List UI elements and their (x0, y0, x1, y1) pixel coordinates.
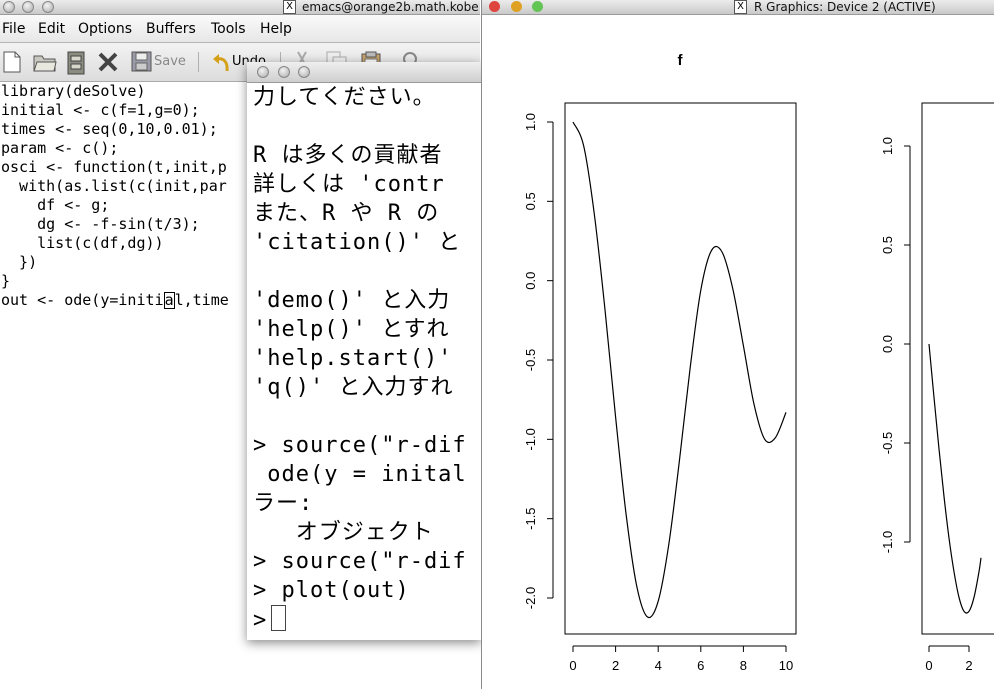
console-cursor[interactable] (271, 605, 287, 631)
x-tick-label: 2 (612, 658, 619, 673)
code-line: with(as.list(c(init,par (1, 177, 227, 195)
plot-canvas: f 0 2 4 6 8 10 1.0 0.5 0.0 -0.5 -1.0 -1.5 -2.0 0 2 1.0 0.… (523, 52, 994, 673)
y-tick-label: -2.0 (523, 587, 538, 609)
y-tick-label: -0.5 (880, 432, 895, 454)
console-line: ラー: (253, 491, 314, 516)
x-tick-label: 10 (779, 658, 793, 673)
x-tick-label: 0 (925, 658, 932, 673)
code-line: } (1, 272, 11, 290)
code-line: param <- c(); (1, 139, 119, 157)
emacs-close-button[interactable] (3, 1, 15, 13)
plot-frame (564, 102, 797, 635)
code-line: library(deSolve) (1, 82, 146, 100)
graphics-minimize-button[interactable] (511, 1, 522, 12)
x-tick-label: 2 (965, 658, 972, 673)
text-cursor: a (163, 291, 175, 309)
console-line: 'demo()' と入力 (253, 288, 451, 313)
console-line: 'citation()' と (253, 230, 462, 255)
console-line: ode(y = inital (253, 462, 467, 487)
undo-icon[interactable] (211, 51, 231, 73)
x11-icon: X (283, 0, 296, 14)
y-tick-label: 0.5 (880, 236, 895, 254)
graphics-close-button[interactable] (489, 1, 500, 12)
toolbar-separator (198, 52, 199, 72)
r-console-output[interactable]: 力してください。 R は多くの貢献者 詳しくは 'contr また、R や R … (247, 83, 481, 640)
code-line: osci <- function(t,init,p (1, 158, 227, 176)
plot-frame (921, 102, 994, 635)
code-line: dg <- -f-sin(t/3); (1, 215, 200, 233)
r-console-titlebar (247, 62, 481, 83)
code-line: initial <- c(f=1,g=0); (1, 101, 200, 119)
code-text: l,time (174, 291, 229, 309)
series-line (928, 343, 982, 614)
code-line: list(c(df,dg)) (1, 234, 164, 252)
console-line: オブジェクト (253, 520, 434, 545)
y-tick-label: -0.5 (523, 349, 538, 371)
y-tick-label: -1.0 (880, 531, 895, 553)
console-minimize-button[interactable] (278, 66, 290, 78)
console-zoom-button[interactable] (298, 66, 310, 78)
y-tick-label: 0.0 (523, 272, 538, 290)
code-line-current: out <- ode(y=initial,time (1, 291, 229, 310)
console-line: 'q()' と入力すれ (253, 375, 454, 400)
r-console-window: 力してください。 R は多くの貢献者 詳しくは 'contr また、R や R … (247, 62, 481, 640)
menu-edit[interactable]: Edit (38, 21, 65, 37)
console-line: > source("r-dif (253, 549, 467, 574)
y-tick-label: 0.5 (523, 192, 538, 210)
console-close-button[interactable] (257, 66, 269, 78)
new-file-icon[interactable] (2, 51, 22, 73)
console-line: > plot(out) (253, 578, 410, 603)
menu-buffers[interactable]: Buffers (146, 21, 196, 37)
graphics-window-title: R Graphics: Device 2 (ACTIVE) (754, 0, 936, 14)
console-line: 'help()' とすれ (253, 317, 450, 342)
console-line: R は多くの貢献者 (253, 143, 443, 168)
x11-icon: X (734, 0, 747, 14)
emacs-titlebar: X emacs@orange2b.math.kobe (0, 0, 480, 15)
emacs-minimize-button[interactable] (22, 1, 34, 13)
x-tick-label: 0 (569, 658, 576, 673)
series-line (572, 121, 787, 619)
y-tick-label: 1.0 (880, 137, 895, 155)
emacs-window-title: emacs@orange2b.math.kobe (302, 0, 479, 14)
y-tick-label: 1.0 (523, 113, 538, 131)
x-tick-label: 4 (655, 658, 662, 673)
code-text: out <- ode(y=initi (1, 291, 164, 309)
y-tick-label: -1.0 (523, 428, 538, 450)
x-tick-label: 8 (740, 658, 747, 673)
code-line: df <- g; (1, 196, 110, 214)
y-tick-label: 0.0 (880, 335, 895, 353)
save-icon[interactable] (131, 51, 152, 72)
console-line: 'help.start()' (253, 346, 467, 371)
console-line: 詳しくは 'contr (253, 172, 445, 197)
emacs-zoom-button[interactable] (42, 1, 54, 13)
r-graphics-titlebar: X R Graphics: Device 2 (ACTIVE) (482, 0, 994, 15)
plot-title: f (678, 52, 684, 69)
console-prompt-line[interactable]: > (253, 605, 287, 635)
y-tick-label: -1.5 (523, 507, 538, 529)
save-button[interactable]: Save (154, 54, 186, 69)
menu-help[interactable]: Help (260, 21, 292, 37)
close-buffer-icon[interactable] (97, 51, 119, 73)
console-line: また、R や R の (253, 201, 440, 226)
graphics-zoom-button[interactable] (532, 1, 543, 12)
menu-file[interactable]: File (2, 21, 25, 37)
menu-options[interactable]: Options (78, 21, 132, 37)
x-tick-label: 6 (697, 658, 704, 673)
console-prompt: > (253, 608, 268, 633)
directory-icon[interactable] (66, 51, 86, 75)
code-line: times <- seq(0,10,0.01); (1, 120, 218, 138)
console-line: > source("r-dif (253, 433, 467, 458)
r-graphics-window: X R Graphics: Device 2 (ACTIVE) f 0 2 4 6 8 10… (481, 0, 994, 689)
open-folder-icon[interactable] (33, 51, 57, 73)
console-line: 力してください。 (253, 85, 436, 110)
emacs-menubar: File Edit Options Buffers Tools Help (0, 15, 480, 43)
menu-tools[interactable]: Tools (211, 21, 246, 37)
code-line: }) (1, 253, 38, 271)
